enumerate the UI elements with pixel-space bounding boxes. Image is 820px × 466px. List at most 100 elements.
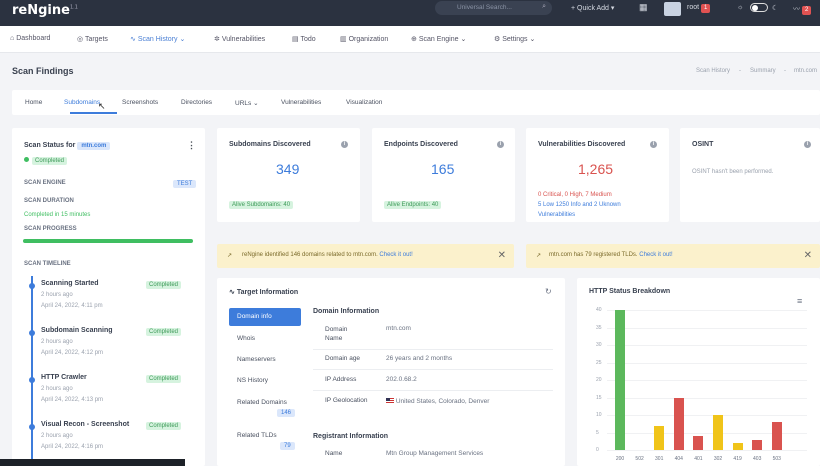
y-tick-label: 10 — [596, 412, 602, 418]
notifications-button[interactable]: 〰 2 — [793, 4, 812, 15]
close-icon[interactable]: ✕ — [498, 250, 506, 261]
chart-bar[interactable] — [654, 425, 665, 450]
timeline-status-badge: Completed — [146, 328, 182, 336]
scan-duration-label: SCAN DURATION — [24, 198, 74, 204]
side-tab-whois[interactable]: Whois — [237, 335, 255, 342]
status-dot-icon — [24, 157, 29, 162]
app-logo[interactable]: reNgine1.1 — [12, 3, 78, 18]
side-tab-related-tlds[interactable]: Related TLDs — [237, 432, 277, 439]
tab-directories[interactable]: Directories — [181, 99, 212, 106]
domain-badge[interactable]: mtn.com — [77, 142, 111, 150]
y-tick-label: 5 — [596, 429, 599, 436]
theme-toggle[interactable] — [750, 3, 768, 12]
top-bar: reNgine1.1 Universal Search... ⌕ + Quick … — [0, 0, 820, 26]
grid-line — [607, 380, 807, 381]
chart-bar[interactable] — [713, 415, 723, 450]
gear-icon: ⚙ — [494, 36, 501, 43]
timeline-dot — [29, 283, 35, 289]
x-tick-label: 301 — [655, 456, 664, 462]
nav-organization[interactable]: ▥ Organization — [340, 35, 388, 43]
timeline-item-title: Subdomain Scanning — [41, 327, 113, 334]
user-badge: 1 — [701, 4, 711, 13]
vuln-severity-line1: 0 Critical, 0 High, 7 Medium — [538, 192, 612, 198]
chart-menu-icon[interactable]: ≡ — [797, 296, 802, 306]
domain-age-value: 26 years and 2 months — [386, 355, 453, 362]
chart-bar[interactable] — [673, 397, 684, 450]
y-tick-label: 35 — [596, 324, 602, 331]
trend-icon: ↗ — [536, 253, 542, 259]
grid-line — [607, 450, 807, 451]
close-icon[interactable]: ✕ — [804, 250, 812, 261]
vulnerabilities-title: Vulnerabilities Discovered — [538, 141, 626, 148]
scan-duration-value: Completed in 15 minutes — [24, 212, 91, 218]
page-title: Scan Findings — [12, 66, 74, 76]
y-tick-label: 30 — [596, 342, 602, 348]
tab-subdomains[interactable]: Subdomains — [64, 99, 100, 106]
nav-dashboard[interactable]: ⌂ Dashboard — [10, 35, 50, 42]
info-icon[interactable]: i — [341, 141, 348, 148]
activity-icon: ∿ — [130, 36, 136, 43]
nav-scan-engine[interactable]: ⊕ Scan Engine ⌄ — [411, 35, 466, 43]
osint-text: OSINT hasn't been performed. — [692, 169, 774, 175]
breadcrumb-summary[interactable]: Summary — [750, 68, 776, 74]
grid-line — [607, 345, 807, 346]
x-tick-label: 200 — [615, 456, 625, 462]
tab-visualization[interactable]: Visualization — [346, 99, 382, 106]
info-icon[interactable]: i — [650, 141, 657, 148]
user-menu[interactable]: root 1 — [687, 4, 711, 13]
timeline-item-ago: 2 hours ago — [41, 339, 73, 345]
chart-bar[interactable] — [615, 310, 625, 450]
more-menu-icon[interactable]: ⋮ — [187, 140, 196, 151]
y-tick-label: 40 — [596, 307, 602, 313]
x-tick-label: 401 — [694, 456, 703, 462]
related-domains-link[interactable]: Check it out! — [379, 252, 412, 258]
breadcrumb-scan-history[interactable]: Scan History — [696, 68, 730, 74]
quick-add-button[interactable]: + Quick Add ▾ — [571, 4, 614, 12]
domain-name-label: Domain Name — [325, 326, 348, 342]
apps-grid-icon[interactable]: ▦ — [639, 2, 648, 13]
osint-title: OSINT — [692, 141, 714, 148]
tlds-link[interactable]: Check it out! — [639, 252, 672, 258]
chart-bar[interactable] — [693, 436, 704, 450]
y-tick-label: 15 — [596, 394, 602, 401]
building-icon: ▥ — [340, 36, 347, 43]
nav-targets[interactable]: ◎ Targets — [77, 35, 108, 43]
timeline-item-title: Visual Recon - Screenshot — [41, 421, 130, 428]
chart-bar[interactable] — [732, 443, 743, 450]
side-tab-ns-history[interactable]: NS History — [237, 377, 268, 384]
tab-vulnerabilities[interactable]: Vulnerabilities — [281, 99, 321, 106]
subdomains-title: Subdomains Discovered — [229, 141, 311, 148]
timeline-status-badge: Completed — [146, 281, 182, 289]
side-tab-domain-info[interactable]: Domain info — [229, 308, 301, 326]
trend-icon: ↗ — [227, 253, 233, 259]
chart-bar[interactable] — [771, 422, 782, 450]
side-tab-related-domains[interactable]: Related Domains — [237, 399, 287, 406]
tab-screenshots[interactable]: Screenshots — [122, 99, 158, 106]
tab-urls[interactable]: URLs ⌄ — [235, 99, 259, 107]
timeline-status-badge: Completed — [146, 422, 182, 430]
info-icon[interactable]: i — [497, 141, 504, 148]
timeline-item-title: Scanning Started — [41, 280, 99, 287]
tab-home[interactable]: Home — [25, 99, 42, 106]
refresh-icon[interactable]: ↻ — [545, 287, 552, 296]
notification-badge: 2 — [801, 6, 812, 15]
nav-todo[interactable]: ▤ Todo — [292, 35, 316, 43]
nav-vulnerabilities[interactable]: ✲ Vulnerabilities — [214, 35, 265, 43]
vulnerabilities-count: 1,265 — [578, 161, 614, 177]
side-tab-nameservers[interactable]: Nameservers — [237, 356, 276, 363]
breadcrumb-current: mtn.com — [794, 68, 818, 74]
moon-icon: ☾ — [772, 5, 779, 12]
registrant-name-value: Mtn Group Management Services — [386, 450, 484, 457]
nav-scan-history[interactable]: ∿ Scan History ⌄ — [130, 35, 185, 43]
domain-info-heading: Domain Information — [313, 308, 380, 315]
scan-progress-bar — [23, 239, 193, 243]
chart-bar[interactable] — [752, 439, 763, 450]
nav-settings[interactable]: ⚙ Settings ⌄ — [494, 35, 535, 43]
info-icon[interactable]: i — [804, 141, 811, 148]
search-input[interactable]: Universal Search... ⌕ — [435, 1, 552, 15]
vuln-severity-line2: 5 Low 1250 Info and 2 Uknown — [538, 202, 621, 208]
timeline-item-date: April 24, 2022, 4:12 pm — [41, 350, 104, 356]
avatar[interactable] — [664, 2, 681, 16]
row-divider — [313, 349, 553, 350]
y-tick-label: 0 — [596, 447, 599, 453]
